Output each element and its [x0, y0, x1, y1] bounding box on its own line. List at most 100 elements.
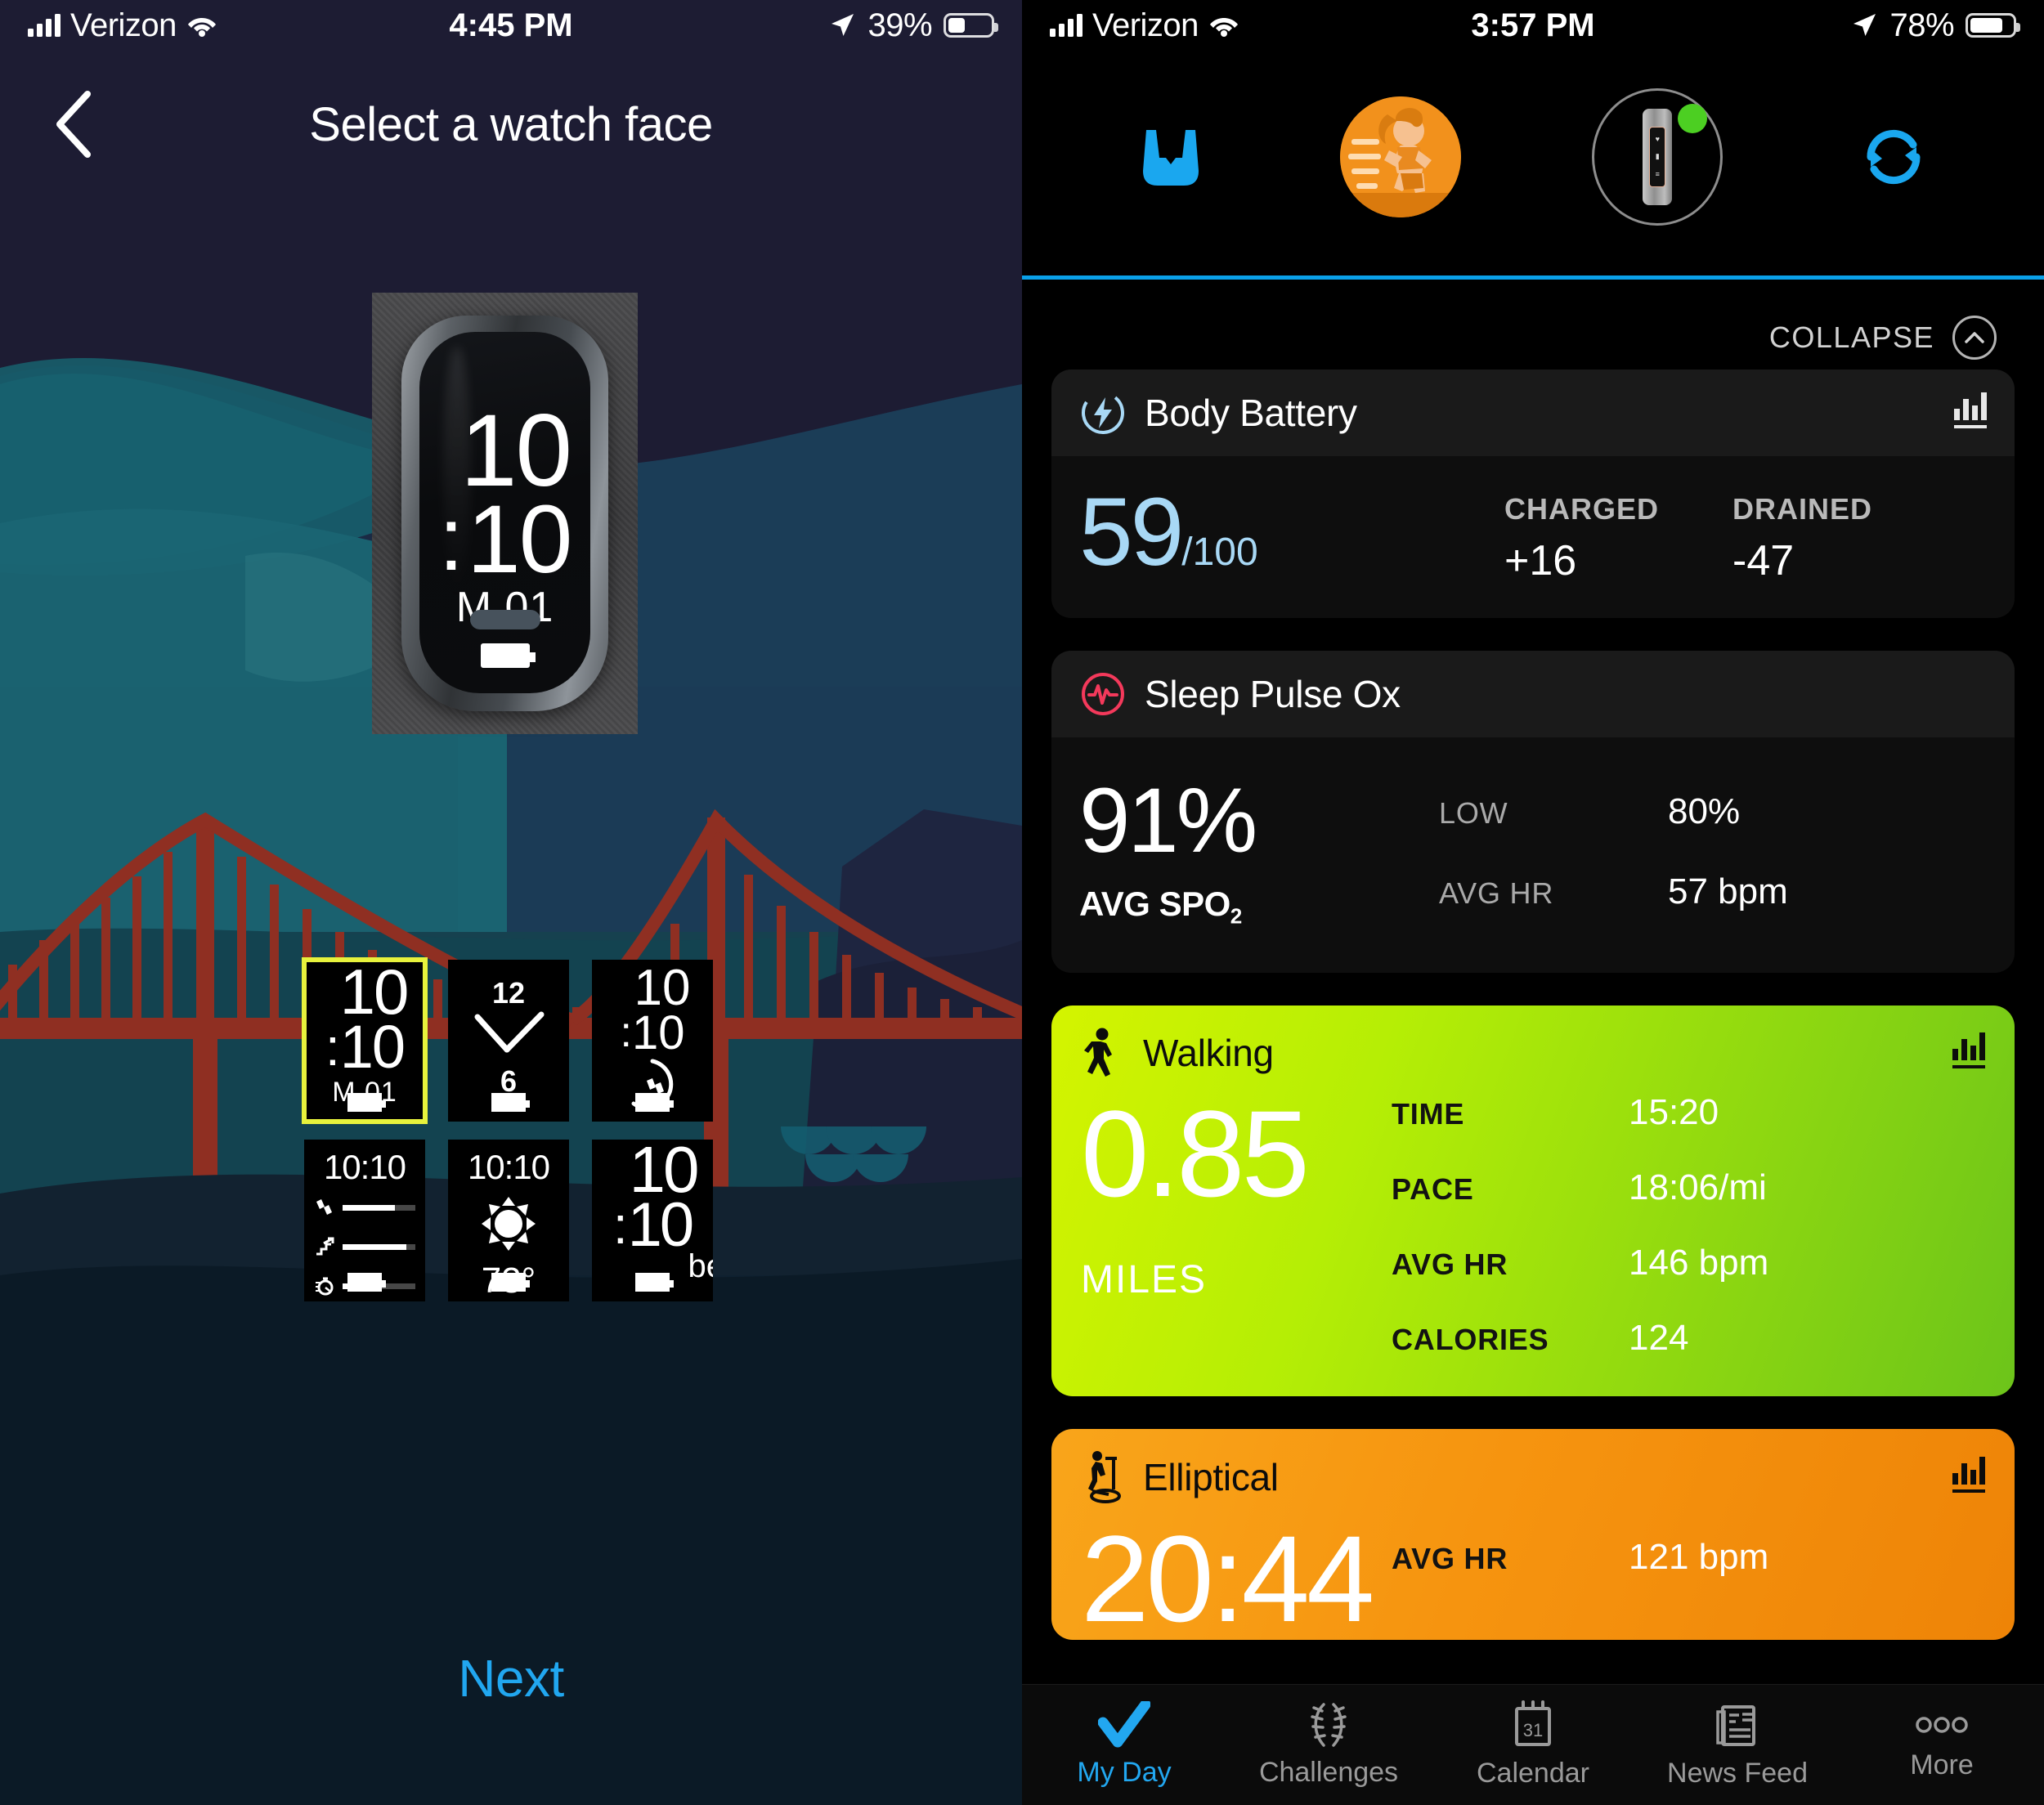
watch-face-option-time-word[interactable]: 10 : 10 be — [592, 1140, 713, 1301]
card-title: Elliptical — [1143, 1456, 1279, 1499]
tab-label: My Day — [1077, 1757, 1172, 1788]
tab-label: Challenges — [1258, 1757, 1399, 1788]
left-header: Select a watch face — [0, 51, 1022, 198]
floors-climbed-icon — [316, 1237, 334, 1256]
secondary-metrics: TIME 15:20 PACE 18:06/mi AVG HR 146 bpm — [1392, 1092, 1985, 1359]
carrier-label: Verizon — [1092, 7, 1199, 43]
ellipsis-icon — [1916, 1717, 1968, 1733]
page-title: Select a watch face — [309, 97, 713, 151]
duration-value: 20:44 — [1081, 1510, 1374, 1641]
checkmark-icon — [1098, 1701, 1150, 1748]
battery-icon — [1966, 13, 2021, 38]
face3-hour: 10 — [634, 960, 691, 1016]
card-walking[interactable]: Walking 0.85 MILES TIME 15:20 PACE 18:06… — [1051, 1006, 2015, 1397]
battery-icon — [491, 1273, 530, 1292]
laurel-icon — [1311, 1703, 1347, 1747]
card-title: Body Battery — [1145, 392, 1357, 434]
spo2-label: AVG SPO2 — [1079, 885, 1242, 929]
cards-list: Body Battery 59/100 CHARGED +16 DRAINED — [1022, 370, 2044, 1641]
tab-calendar[interactable]: 31 Calendar — [1431, 1700, 1635, 1789]
collapse-label: COLLAPSE — [1768, 320, 1934, 354]
battery-icon — [491, 1093, 530, 1112]
tab-my-day[interactable]: My Day — [1022, 1701, 1226, 1789]
bottom-tab-bar: My Day Challenges 31 Calendar News Feed … — [1022, 1684, 2044, 1805]
secondary-metrics: CHARGED +16 DRAINED -47 — [1390, 484, 1987, 585]
card-body: 91% AVG SPO2 LOW 80% AVG HR 57 bpm — [1051, 737, 2015, 974]
back-button[interactable] — [39, 89, 110, 159]
watch-face-option-steps-ring[interactable]: 10 : 10 — [592, 960, 713, 1122]
stat-time: TIME 15:20 — [1392, 1092, 1985, 1133]
primary-metric: 59/100 — [1079, 484, 1390, 585]
secondary-metrics: AVG HR 121 bpm — [1392, 1517, 1985, 1640]
stat-value: 18:06/mi — [1629, 1167, 1767, 1208]
walking-person-icon — [1084, 1028, 1112, 1077]
device-line-2: ≡ — [1655, 170, 1660, 178]
watch-face-option-analog[interactable]: 12 6 — [448, 960, 569, 1122]
primary-metric: 20:44 — [1081, 1517, 1392, 1640]
tab-challenges[interactable]: Challenges — [1226, 1701, 1431, 1789]
collapse-control[interactable]: COLLAPSE — [1022, 280, 2044, 370]
secondary-metrics: LOW 80% AVG HR 57 bpm — [1390, 775, 1987, 929]
location-arrow-icon — [1853, 14, 1876, 36]
sun-icon — [482, 1197, 536, 1251]
card-elliptical[interactable]: Elliptical 20:44 AVG HR 121 bpm — [1051, 1429, 2015, 1641]
stat-avg-hr: AVG HR 121 bpm — [1392, 1537, 1985, 1578]
stat-calories: CALORIES 124 — [1392, 1318, 1985, 1359]
stat-label: PACE — [1392, 1172, 1474, 1207]
stat-drained: DRAINED -47 — [1732, 492, 1872, 585]
stat-label: LOW — [1439, 796, 1508, 831]
face4-bar-steps — [343, 1204, 415, 1211]
stat-label: AVG HR — [1392, 1247, 1508, 1282]
card-sleep-pulse-ox[interactable]: Sleep Pulse Ox 91% AVG SPO2 LOW 80% AVG … — [1051, 651, 2015, 974]
preview-colon: : — [438, 489, 464, 590]
stat-label: AVG HR — [1439, 876, 1554, 911]
card-body: 0.85 MILES TIME 15:20 PACE 18:06/mi AVG … — [1051, 1084, 2015, 1396]
watch-face-selection-screen: Verizon 4:45 PM 39% Select a watch face … — [0, 0, 1022, 1805]
tab-more[interactable]: More — [1840, 1709, 2044, 1781]
band-bezel: 10 : 10 M 01 — [401, 316, 608, 711]
left-status-bar: Verizon 4:45 PM 39% — [0, 0, 1022, 51]
stat-avg-hr: AVG HR 146 bpm — [1392, 1243, 1985, 1283]
face3-colon: : — [620, 1008, 632, 1056]
watch-face-option-weather[interactable]: 10:10 73° — [448, 1140, 569, 1301]
watch-face-option-three-metrics[interactable]: 10:10 — [304, 1140, 425, 1301]
device-heart-icon: ♥ — [1655, 135, 1660, 143]
elliptical-machine-icon — [1088, 1451, 1121, 1504]
stat-pace: PACE 18:06/mi — [1392, 1167, 1985, 1208]
watch-face-option-digital-big[interactable]: 10 : 10 M 01 — [302, 957, 428, 1124]
tab-label: News Feed — [1667, 1758, 1808, 1789]
tab-news-feed[interactable]: News Feed — [1635, 1700, 1840, 1789]
battery-icon — [635, 1273, 674, 1292]
stat-charged: CHARGED +16 — [1504, 492, 1659, 585]
stat-value: 15:20 — [1629, 1092, 1719, 1133]
card-body: 59/100 CHARGED +16 DRAINED -47 — [1051, 456, 2015, 618]
card-body-battery[interactable]: Body Battery 59/100 CHARGED +16 DRAINED — [1051, 370, 2015, 618]
device-button[interactable]: ♥ ▮ ≡ — [1592, 87, 1724, 226]
stat-value: 57 bpm — [1668, 871, 1788, 912]
stat-label: CHARGED — [1504, 492, 1659, 526]
bar-chart-icon[interactable] — [1952, 1032, 1985, 1069]
profile-button[interactable] — [1339, 96, 1461, 217]
device-connected-dot — [1678, 103, 1708, 133]
stat-label: AVG HR — [1392, 1542, 1508, 1576]
bar-chart-icon[interactable] — [1954, 392, 1987, 428]
primary-metric: 0.85 MILES — [1081, 1092, 1392, 1359]
stat-value: +16 — [1504, 537, 1577, 584]
bar-chart-icon[interactable] — [1952, 1457, 1985, 1494]
face6-minute: 10 — [627, 1190, 695, 1261]
watch-preview: 10 : 10 M 01 — [372, 293, 638, 734]
battery-icon — [944, 13, 999, 38]
body-battery-icon — [1082, 392, 1124, 434]
stat-avg-hr: AVG HR 57 bpm — [1439, 871, 1987, 912]
inbox-button[interactable] — [1133, 122, 1208, 192]
band-touch-button — [469, 610, 540, 629]
battery-icon — [480, 643, 536, 668]
footsteps-icon — [316, 1199, 332, 1215]
sync-button[interactable] — [1854, 118, 1933, 196]
wifi-icon — [187, 18, 216, 37]
inbox-icon — [1143, 129, 1199, 186]
distance-value: 0.85 — [1081, 1085, 1310, 1223]
card-title: Sleep Pulse Ox — [1145, 673, 1401, 715]
top-navigation-bar: ♥ ▮ ≡ — [1022, 51, 2044, 280]
next-button[interactable]: Next — [0, 1648, 1022, 1709]
